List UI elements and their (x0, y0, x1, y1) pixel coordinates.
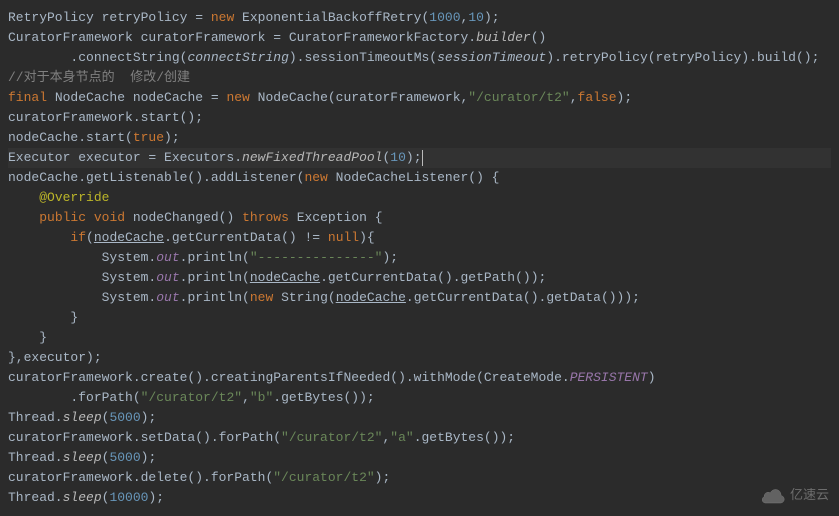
watermark: 亿速云 (762, 486, 829, 506)
code-line: nodeCache.start(true); (8, 128, 831, 148)
code-line: curatorFramework.delete().forPath("/cura… (8, 468, 831, 488)
code-line: final NodeCache nodeCache = new NodeCach… (8, 88, 831, 108)
code-line: } (8, 328, 831, 348)
code-line: Thread.sleep(5000); (8, 448, 831, 468)
code-line: RetryPolicy retryPolicy = new Exponentia… (8, 8, 831, 28)
code-line: curatorFramework.create().creatingParent… (8, 368, 831, 388)
code-line: //对于本身节点的 修改/创建 (8, 68, 831, 88)
code-line: } (8, 308, 831, 328)
code-line: System.out.println(new String(nodeCache.… (8, 288, 831, 308)
code-line: Thread.sleep(10000); (8, 488, 831, 508)
text-cursor (422, 150, 423, 166)
code-line: curatorFramework.start(); (8, 108, 831, 128)
code-line: curatorFramework.setData().forPath("/cur… (8, 428, 831, 448)
code-line: .connectString(connectString).sessionTim… (8, 48, 831, 68)
code-line: @Override (8, 188, 831, 208)
code-line: System.out.println(nodeCache.getCurrentD… (8, 268, 831, 288)
code-line: .forPath("/curator/t2","b".getBytes()); (8, 388, 831, 408)
code-line: },executor); (8, 348, 831, 368)
code-line: nodeCache.getListenable().addListener(ne… (8, 168, 831, 188)
cloud-icon (762, 488, 786, 504)
code-line: if(nodeCache.getCurrentData() != null){ (8, 228, 831, 248)
code-line: public void nodeChanged() throws Excepti… (8, 208, 831, 228)
code-line-current: Executor executor = Executors.newFixedTh… (8, 148, 831, 168)
code-line: System.out.println("---------------"); (8, 248, 831, 268)
code-line: CuratorFramework curatorFramework = Cura… (8, 28, 831, 48)
watermark-text: 亿速云 (790, 486, 829, 506)
code-editor[interactable]: RetryPolicy retryPolicy = new Exponentia… (8, 8, 831, 508)
code-line: Thread.sleep(5000); (8, 408, 831, 428)
